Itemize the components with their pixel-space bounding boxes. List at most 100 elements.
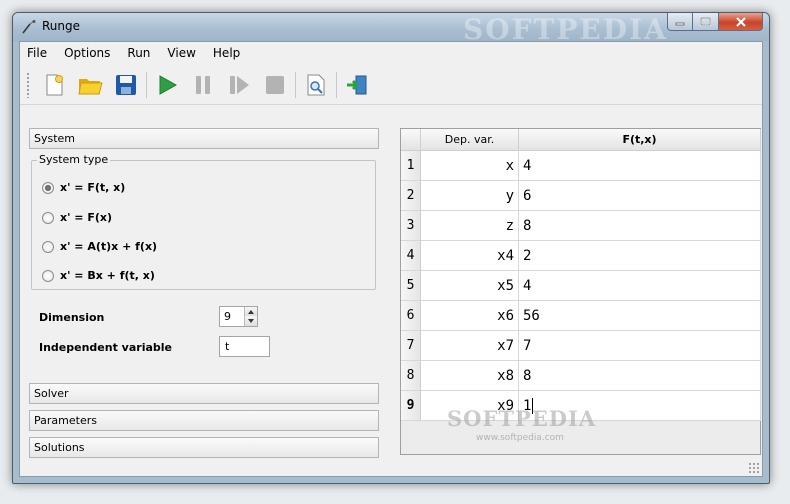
preview-icon bbox=[307, 74, 325, 95]
menu-bar: File Options Run View Help bbox=[20, 42, 762, 64]
radio-label: x' = F(t, x) bbox=[60, 181, 126, 194]
maximize-icon bbox=[700, 17, 711, 26]
menu-file[interactable]: File bbox=[20, 42, 54, 64]
f-value-editing-cell[interactable]: 1 bbox=[519, 391, 761, 421]
dep-var-cell[interactable]: z bbox=[421, 211, 519, 241]
run-button[interactable] bbox=[149, 67, 185, 103]
solver-section-header[interactable]: Solver bbox=[29, 383, 379, 404]
dep-var-cell[interactable]: x9 bbox=[421, 391, 519, 421]
system-section-header[interactable]: System bbox=[29, 128, 379, 149]
row-number[interactable]: 3 bbox=[401, 211, 421, 241]
radio-option-2[interactable]: x' = F(x) bbox=[42, 211, 112, 224]
system-type-title: System type bbox=[37, 153, 111, 166]
exit-button[interactable] bbox=[339, 67, 375, 103]
row-number[interactable]: 5 bbox=[401, 271, 421, 301]
open-button[interactable] bbox=[72, 67, 108, 103]
toolbar-grip[interactable] bbox=[26, 71, 30, 98]
radio-button[interactable] bbox=[42, 269, 54, 282]
window-title: Runge bbox=[42, 19, 81, 33]
radio-option-1[interactable]: x' = F(t, x) bbox=[42, 181, 125, 194]
table-row: 1 x 4 bbox=[401, 151, 761, 181]
dep-var-cell[interactable]: x5 bbox=[421, 271, 519, 301]
radio-button[interactable] bbox=[42, 181, 54, 194]
close-icon bbox=[735, 16, 746, 27]
menu-help[interactable]: Help bbox=[206, 42, 247, 64]
menu-view[interactable]: View bbox=[160, 42, 202, 64]
f-value-cell[interactable]: 8 bbox=[519, 211, 761, 241]
system-type-group: System type x' = F(t, x) x' = F(x) x' = … bbox=[31, 153, 376, 290]
toolbar-separator bbox=[146, 71, 147, 98]
dep-var-cell[interactable]: x4 bbox=[421, 241, 519, 271]
step-button[interactable] bbox=[221, 67, 257, 103]
table-row: 5 x5 4 bbox=[401, 271, 761, 301]
minimize-button[interactable] bbox=[667, 13, 693, 31]
dep-var-cell[interactable]: x7 bbox=[421, 331, 519, 361]
solutions-section-header[interactable]: Solutions bbox=[29, 437, 379, 458]
menu-options[interactable]: Options bbox=[57, 42, 117, 64]
row-number[interactable]: 2 bbox=[401, 181, 421, 211]
dimension-value: 9 bbox=[224, 310, 231, 323]
toolbar-separator bbox=[295, 71, 296, 98]
exit-icon bbox=[347, 75, 367, 94]
dep-var-cell[interactable]: x bbox=[421, 151, 519, 181]
dep-var-cell[interactable]: x6 bbox=[421, 301, 519, 331]
row-number[interactable]: 9 bbox=[401, 391, 421, 421]
dimension-label: Dimension bbox=[39, 311, 105, 324]
close-button[interactable] bbox=[719, 13, 763, 31]
table-row: 4 x4 2 bbox=[401, 241, 761, 271]
independent-variable-input[interactable]: t bbox=[219, 336, 270, 357]
f-value-cell[interactable]: 56 bbox=[519, 301, 761, 331]
row-number[interactable]: 6 bbox=[401, 301, 421, 331]
radio-option-4[interactable]: x' = Bx + f(t, x) bbox=[42, 269, 155, 282]
table-row: 3 z 8 bbox=[401, 211, 761, 241]
row-number[interactable]: 7 bbox=[401, 331, 421, 361]
save-icon bbox=[116, 74, 136, 95]
row-number[interactable]: 4 bbox=[401, 241, 421, 271]
f-value-text: 1 bbox=[523, 397, 532, 414]
arrow-up-icon bbox=[248, 309, 254, 314]
f-value-cell[interactable]: 4 bbox=[519, 151, 761, 181]
radio-button[interactable] bbox=[42, 240, 54, 253]
f-value-cell[interactable]: 2 bbox=[519, 241, 761, 271]
f-value-cell[interactable]: 7 bbox=[519, 331, 761, 361]
save-button[interactable] bbox=[108, 67, 144, 103]
stop-button[interactable] bbox=[257, 67, 293, 103]
table-corner[interactable] bbox=[401, 129, 421, 151]
equations-table: Dep. var. F(t,x) 1 x 4 2 y 6 3 z 8 4 x4 … bbox=[400, 128, 761, 455]
pause-button[interactable] bbox=[185, 67, 221, 103]
independent-variable-label: Independent variable bbox=[39, 341, 172, 354]
run-icon bbox=[159, 74, 178, 95]
parameters-section-header[interactable]: Parameters bbox=[29, 410, 379, 431]
dimension-spinbox[interactable]: 9 bbox=[219, 306, 258, 327]
caption-buttons bbox=[667, 13, 763, 33]
f-value-cell[interactable]: 6 bbox=[519, 181, 761, 211]
radio-label: x' = F(x) bbox=[60, 211, 113, 224]
spin-down-button[interactable] bbox=[244, 316, 257, 326]
table-row: 7 x7 7 bbox=[401, 331, 761, 361]
col-header-f[interactable]: F(t,x) bbox=[519, 129, 761, 151]
table-row: 2 y 6 bbox=[401, 181, 761, 211]
pause-icon bbox=[196, 75, 210, 94]
dep-var-cell[interactable]: y bbox=[421, 181, 519, 211]
minimize-icon bbox=[675, 22, 685, 25]
f-value-cell[interactable]: 8 bbox=[519, 361, 761, 391]
radio-option-3[interactable]: x' = A(t)x + f(x) bbox=[42, 240, 157, 253]
new-button[interactable] bbox=[36, 67, 72, 103]
radio-button[interactable] bbox=[42, 211, 54, 224]
text-caret bbox=[532, 397, 534, 414]
col-header-dep-var[interactable]: Dep. var. bbox=[421, 129, 519, 151]
radio-label: x' = Bx + f(t, x) bbox=[60, 269, 155, 282]
maximize-button[interactable] bbox=[693, 13, 719, 31]
preview-button[interactable] bbox=[298, 67, 334, 103]
table-row: 6 x6 56 bbox=[401, 301, 761, 331]
resize-grip[interactable] bbox=[748, 462, 760, 474]
row-number[interactable]: 1 bbox=[401, 151, 421, 181]
title-bar[interactable]: Runge SOFTPEDIA bbox=[13, 13, 769, 46]
client-area: File Options Run View Help System System… bbox=[19, 41, 763, 477]
dep-var-cell[interactable]: x8 bbox=[421, 361, 519, 391]
menu-run[interactable]: Run bbox=[120, 42, 157, 64]
f-value-cell[interactable]: 4 bbox=[519, 271, 761, 301]
row-number[interactable]: 8 bbox=[401, 361, 421, 391]
table-row: 8 x8 8 bbox=[401, 361, 761, 391]
table-row: 9 x9 1 bbox=[401, 391, 761, 421]
